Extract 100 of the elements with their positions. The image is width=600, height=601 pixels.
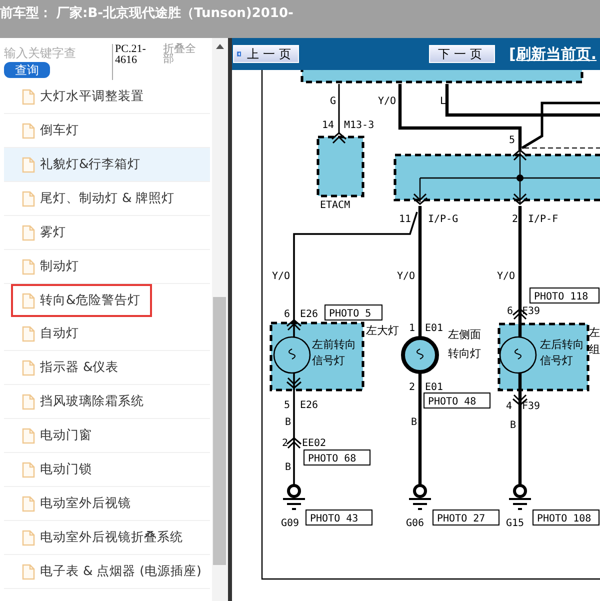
pin-label: 1 <box>409 323 416 334</box>
junction-dot <box>516 174 524 182</box>
bulb-icon <box>273 336 311 374</box>
pin-label: 5 <box>509 135 516 146</box>
photo-reference: PHOTO 27 <box>432 510 500 526</box>
connector-icon <box>512 149 528 161</box>
scrollbar-thumb[interactable] <box>213 297 226 565</box>
document-icon <box>22 530 35 546</box>
wire-label: G <box>330 96 336 107</box>
connector-icon <box>412 193 428 205</box>
component-label: 左侧面 转向灯 <box>448 328 481 360</box>
wire-label: B <box>510 420 516 431</box>
scrollbar[interactable] <box>212 38 228 601</box>
tree-item[interactable]: 大灯水平调整装置 <box>4 80 210 114</box>
document-icon <box>22 394 35 410</box>
document-icon <box>22 292 35 308</box>
document-icon <box>22 428 35 444</box>
bulb-icon <box>401 336 439 374</box>
previous-page-button[interactable]: 上一页 <box>233 45 299 63</box>
wire <box>338 84 340 133</box>
pin-label: 6 <box>284 309 290 320</box>
pin-label: F39 <box>522 401 540 412</box>
pin-label: E01 <box>425 382 444 393</box>
pin-label: 14 <box>322 120 334 131</box>
wire-label: B <box>411 417 418 428</box>
tree-item[interactable]: 雾灯 <box>4 216 210 250</box>
tree-item[interactable]: 转向&危险警告灯 <box>11 284 152 317</box>
connector-icon <box>286 377 302 389</box>
component-label: 左 组 <box>589 326 600 356</box>
tree-item[interactable]: 电子表 & 点烟器 (电源插座) <box>4 555 210 589</box>
tree-item[interactable]: 礼貌灯&行李箱灯 <box>4 148 210 182</box>
photo-reference: PHOTO 43 <box>306 510 372 526</box>
pin-label: EE02 <box>302 438 326 449</box>
pin-label: M13-3 <box>344 120 374 131</box>
ground-label: G15 <box>506 518 524 529</box>
tree-item[interactable]: 制动灯 <box>4 250 210 284</box>
page-title: 前车型： 厂家:B-北京现代途胜（Tunson)2010- <box>0 6 294 21</box>
component-label: ETACM <box>320 200 350 211</box>
pin-label: I/P-F <box>528 214 558 225</box>
wire-label: B <box>285 462 292 473</box>
tree-item[interactable]: 电动室外后视镜折叠系统 <box>4 521 210 555</box>
tree-item[interactable]: 指示器 &仪表 <box>4 351 210 385</box>
pin-label: F39 <box>522 306 540 317</box>
search-button[interactable]: 查询 <box>4 62 50 78</box>
pin-label: 2 <box>512 214 518 225</box>
pin-label: 4 <box>506 401 512 412</box>
connector-icon <box>286 319 302 331</box>
pin-label: 5 <box>284 400 290 411</box>
ground-icon <box>508 484 532 510</box>
code-label: PC.21-4616 <box>112 44 163 80</box>
pin-label: 11 <box>399 214 412 225</box>
ground-icon <box>408 484 432 510</box>
wire-label: B <box>285 417 292 428</box>
document-icon <box>22 224 35 240</box>
wire-label: Y/O <box>378 96 396 107</box>
bulb-icon <box>499 336 537 374</box>
document-icon <box>22 190 35 206</box>
component-label: 左前转向 信号灯 <box>312 338 356 367</box>
pin-label: 2 <box>282 438 288 449</box>
photo-reference: PHOTO 68 <box>304 450 370 466</box>
photo-reference: PHOTO 118 <box>530 288 600 304</box>
pin-label: E26 <box>300 400 318 411</box>
component-label: 左后转向 信号灯 <box>540 338 584 367</box>
wire-label: Y/O <box>497 271 516 282</box>
connector-icon <box>286 437 302 449</box>
document-icon <box>22 156 35 172</box>
component-box <box>316 136 364 198</box>
document-icon <box>22 258 35 274</box>
connector-icon <box>512 193 528 205</box>
component-label: 左大灯 <box>366 324 399 337</box>
photo-reference: PHOTO 108 <box>532 510 600 526</box>
document-icon <box>22 496 35 512</box>
next-page-button[interactable]: 下一页 <box>429 45 495 63</box>
pin-label: E01 <box>425 323 444 334</box>
tree-item[interactable]: 电动室外后视镜 <box>4 487 210 521</box>
wire-label: Y/O <box>397 271 416 282</box>
ground-label: G09 <box>281 518 300 529</box>
wire-label: L <box>440 96 446 107</box>
connector-icon <box>331 132 347 144</box>
pin-label: E26 <box>300 309 318 320</box>
pin-label: 2 <box>409 382 416 393</box>
ground-label: G06 <box>406 518 424 529</box>
scroll-up-icon[interactable] <box>216 44 224 49</box>
document-icon <box>22 360 35 376</box>
document-icon <box>22 326 35 342</box>
pin-label: 6 <box>507 306 514 317</box>
photo-reference: PHOTO 5 <box>324 304 382 320</box>
document-icon <box>22 122 35 138</box>
pin-label: I/P-G <box>428 214 458 225</box>
refresh-link[interactable]: [刷新当前页. <box>509 44 597 64</box>
tree-item[interactable]: 电动门窗 <box>4 419 210 453</box>
document-icon <box>22 564 35 580</box>
wire-label: Y/O <box>272 271 290 282</box>
document-icon <box>22 88 35 104</box>
document-icon <box>22 462 35 478</box>
tree-item[interactable]: 挡风玻璃除霜系统 <box>4 385 210 419</box>
ground-icon <box>282 484 306 510</box>
tree-item[interactable]: 电动门锁 <box>4 453 210 487</box>
tree-item[interactable]: 尾灯、制动灯 & 牌照灯 <box>4 182 210 216</box>
tree-item[interactable]: 自动灯 <box>4 317 210 351</box>
